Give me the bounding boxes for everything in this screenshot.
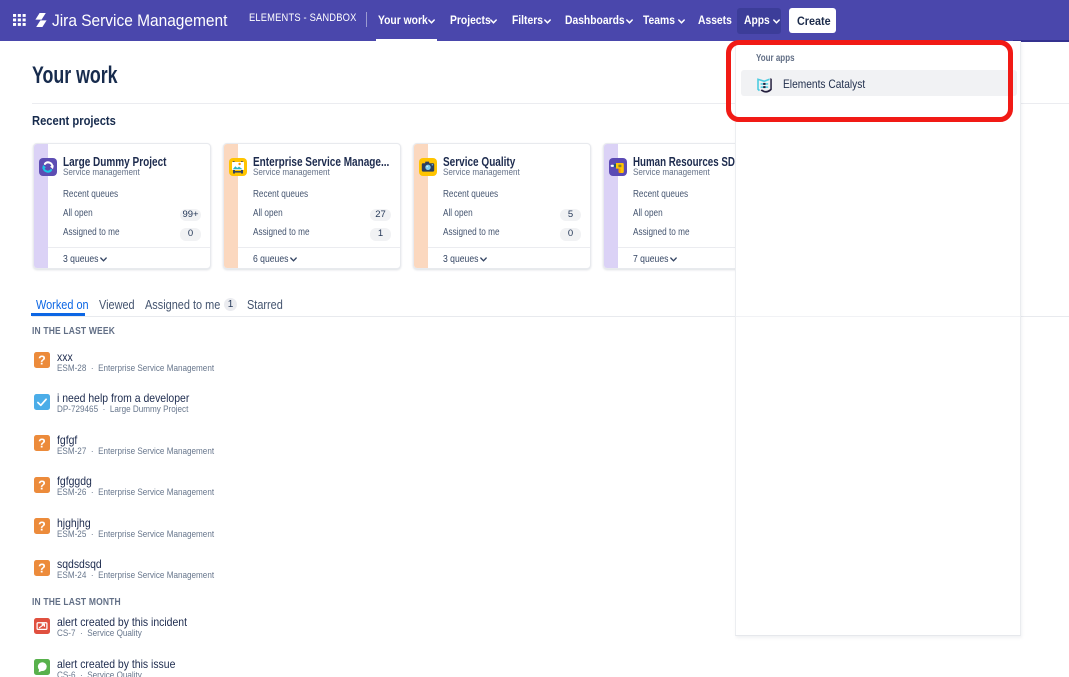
svg-text:?: ? — [38, 520, 46, 534]
svg-text:?: ? — [38, 561, 46, 575]
svg-text:?: ? — [38, 354, 46, 368]
svg-text:?: ? — [38, 437, 46, 451]
svg-text:?: ? — [38, 478, 46, 492]
